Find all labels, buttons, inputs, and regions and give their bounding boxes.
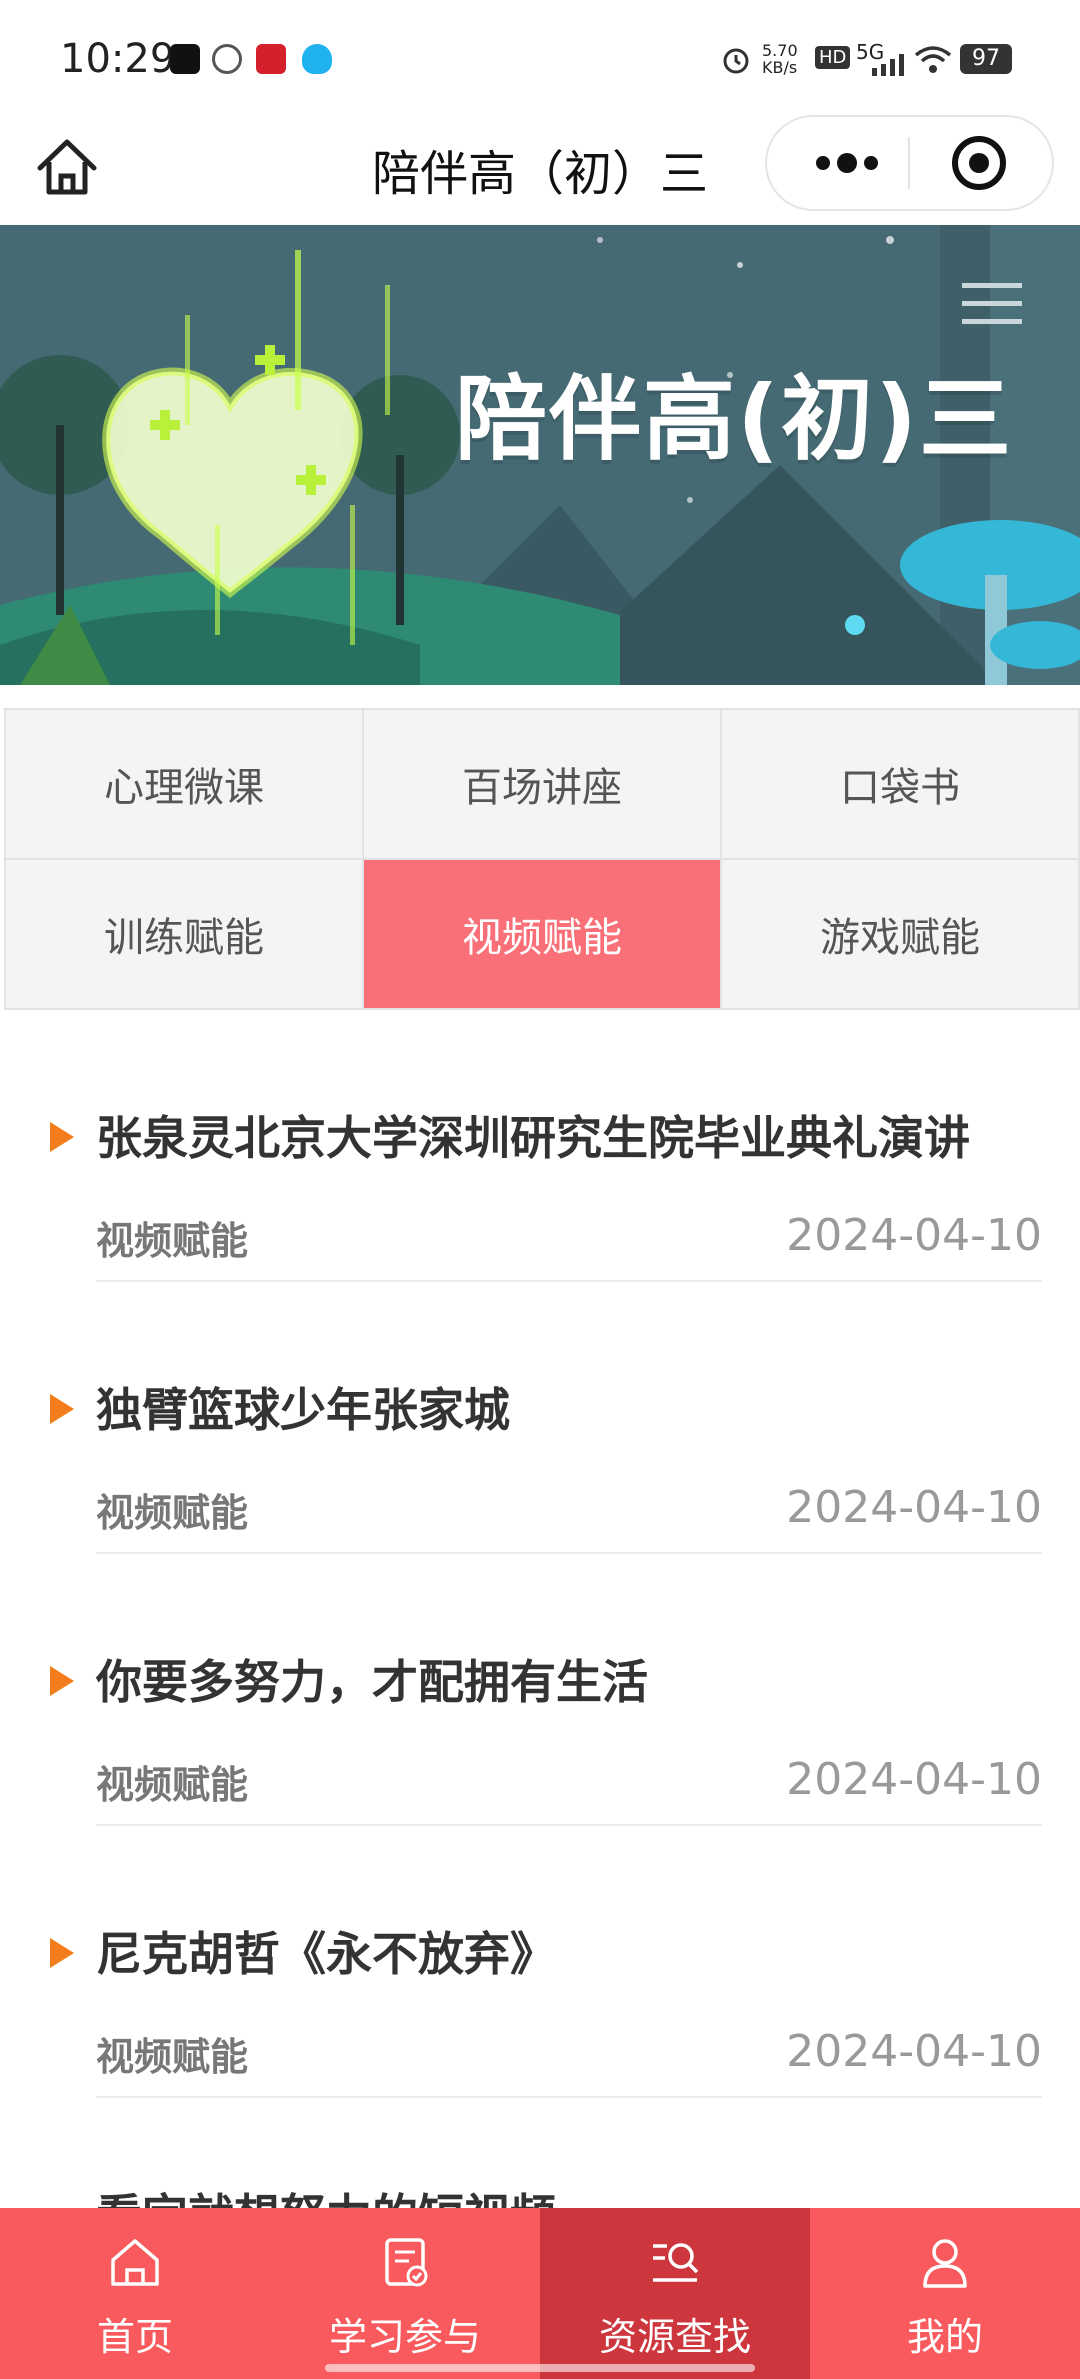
more-dots-icon[interactable] <box>807 145 887 181</box>
signal-bars-icon <box>872 54 904 76</box>
app-icon <box>212 44 242 74</box>
item-tag: 视频赋能 <box>96 1491 249 1535</box>
target-circle-icon[interactable] <box>951 135 1007 191</box>
mini-program-capsule <box>765 115 1054 211</box>
item-date: 2024-04-10 <box>786 1482 1042 1533</box>
user-icon <box>923 2239 967 2288</box>
category-grid: 心理微课 百场讲座 口袋书 训练赋能 视频赋能 游戏赋能 <box>4 708 1080 1010</box>
play-arrow-icon <box>50 1938 74 1968</box>
item-title: 张泉灵北京大学深圳研究生院毕业典礼演讲 <box>96 1111 970 1165</box>
play-arrow-icon <box>50 1394 74 1424</box>
nav-learning[interactable]: 学习参与 <box>270 2208 540 2379</box>
wifi-icon <box>914 46 952 73</box>
item-date: 2024-04-10 <box>786 1754 1042 1805</box>
bottom-nav: 首页 学习参与 资源查找 我的 <box>0 2208 1080 2379</box>
divider <box>96 2096 1042 2098</box>
banner-title: 陪伴高(初)三 <box>455 366 1014 473</box>
nav-resources[interactable]: 资源查找 <box>540 2208 810 2379</box>
item-tag: 视频赋能 <box>96 1219 249 1263</box>
play-arrow-icon <box>50 1666 74 1696</box>
tiktok-icon <box>170 44 200 74</box>
home-icon <box>111 2239 159 2286</box>
nav-home[interactable]: 首页 <box>0 2208 270 2379</box>
qq-icon <box>302 44 332 74</box>
capsule-divider <box>908 137 910 189</box>
nav-mine[interactable]: 我的 <box>810 2208 1080 2379</box>
item-tag: 视频赋能 <box>96 2035 249 2079</box>
item-title: 尼克胡哲《永不放弃》 <box>96 1927 556 1981</box>
item-title: 你要多努力，才配拥有生活 <box>96 1655 648 1709</box>
nav-learning-label: 学习参与 <box>328 2315 481 2359</box>
list-item[interactable]: 独臂篮球少年张家城 视频赋能 2024-04-10 <box>0 1282 1080 1554</box>
list-item[interactable]: 你要多努力，才配拥有生活 视频赋能 2024-04-10 <box>0 1554 1080 1826</box>
nav-home-label: 首页 <box>96 2315 173 2359</box>
home-indicator <box>325 2364 755 2372</box>
nav-resources-label: 资源查找 <box>598 2315 751 2359</box>
item-title: 独臂篮球少年张家城 <box>96 1383 510 1437</box>
hamburger-menu-icon[interactable] <box>962 281 1022 327</box>
network-speed: 5.70 KB/s <box>762 41 798 77</box>
category-games[interactable]: 游戏赋能 <box>722 860 1078 1008</box>
list-item[interactable]: 尼克胡哲《永不放弃》 视频赋能 2024-04-10 <box>0 1826 1080 2098</box>
banner: 陪伴高(初)三 <box>0 225 1080 685</box>
search-list-icon <box>653 2243 699 2282</box>
status-bar: 10:29 5.70 KB/s HD 5G 97 <box>0 0 1080 110</box>
category-training[interactable]: 训练赋能 <box>6 860 362 1008</box>
battery-indicator: 97 <box>960 44 1012 74</box>
clipboard-check-icon <box>385 2238 428 2287</box>
category-lectures[interactable]: 百场讲座 <box>364 710 720 858</box>
list-item[interactable]: 张泉灵北京大学深圳研究生院毕业典礼演讲 视频赋能 2024-04-10 <box>0 1010 1080 1282</box>
title-bar: 陪伴高（初）三 <box>0 110 1080 225</box>
category-psychology-microclass[interactable]: 心理微课 <box>6 710 362 858</box>
category-pocket-book[interactable]: 口袋书 <box>722 710 1078 858</box>
play-arrow-icon <box>50 1122 74 1152</box>
game-app-icon <box>256 44 286 74</box>
nav-mine-label: 我的 <box>906 2315 983 2359</box>
item-date: 2024-04-10 <box>786 2026 1042 2077</box>
status-time: 10:29 <box>60 36 176 82</box>
item-tag: 视频赋能 <box>96 1763 249 1807</box>
resource-list: 张泉灵北京大学深圳研究生院毕业典礼演讲 视频赋能 2024-04-10 独臂篮球… <box>0 1010 1080 2098</box>
item-date: 2024-04-10 <box>786 1210 1042 1261</box>
alarm-icon <box>723 48 749 74</box>
category-video[interactable]: 视频赋能 <box>364 860 720 1008</box>
hd-badge: HD <box>815 46 851 69</box>
